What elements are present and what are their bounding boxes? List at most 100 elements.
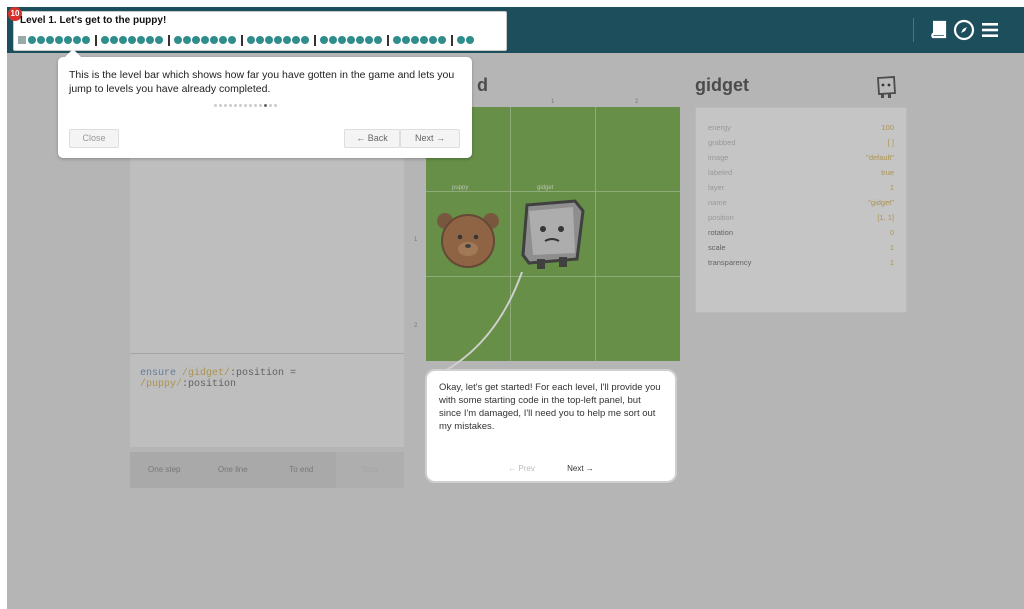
level-dot[interactable] [374, 36, 382, 44]
level-bar[interactable]: 10 Level 1. Let's get to the puppy! [8, 7, 507, 51]
test-prop-position: :position = [230, 368, 297, 379]
level-dot[interactable] [210, 36, 218, 44]
level-dot[interactable] [28, 36, 36, 44]
level-progress-dots[interactable] [18, 33, 475, 47]
level-dot[interactable] [119, 36, 127, 44]
level-dot[interactable] [192, 36, 200, 44]
level-dot[interactable] [301, 36, 309, 44]
level-dot[interactable] [402, 36, 410, 44]
level-dot[interactable] [365, 36, 373, 44]
level-dot[interactable] [128, 36, 136, 44]
test-ref-puppy: /puppy/ [140, 379, 183, 390]
level-dot[interactable] [466, 36, 474, 44]
tooltip-step-dot [239, 104, 242, 107]
properties-panel: energy 100 grabbed [ ] image "default" labeled… [695, 107, 907, 313]
level-group-separator [95, 34, 97, 46]
back-button[interactable]: ← Back [344, 129, 400, 148]
tooltip-step-dot [264, 104, 267, 107]
column-number: 1 [551, 99, 555, 105]
property-value: 100 [881, 123, 894, 132]
property-name: name [708, 198, 727, 207]
puppy-sprite[interactable] [435, 207, 501, 273]
level-dot[interactable] [393, 36, 401, 44]
property-value: "default" [866, 153, 894, 162]
to-end-button[interactable]: To end [267, 452, 336, 488]
level-dot[interactable] [329, 36, 337, 44]
tooltip-step-dot [234, 104, 237, 107]
level-dot[interactable] [64, 36, 72, 44]
level-dot[interactable] [347, 36, 355, 44]
level-dot[interactable] [274, 36, 282, 44]
speech-prev-button[interactable]: ← Prev [508, 464, 535, 473]
stop-button[interactable]: Stop [335, 452, 404, 488]
test-prop-position-2: :position [182, 379, 237, 390]
property-row: rotation 0 [708, 225, 894, 240]
level-dot[interactable] [420, 36, 428, 44]
level-dot[interactable] [411, 36, 419, 44]
tutorial-tooltip: This is the level bar which shows how fa… [58, 49, 472, 158]
level-dot[interactable] [256, 36, 264, 44]
tooltip-step-dot [219, 104, 222, 107]
property-value: 1 [889, 243, 894, 252]
property-row: scale 1 [708, 240, 894, 255]
tooltip-arrow [65, 49, 81, 57]
level-dot[interactable] [101, 36, 109, 44]
level-group-separator [387, 34, 389, 46]
speech-bubble: Okay, let's get started! For each level,… [425, 369, 677, 483]
property-value: true [881, 168, 894, 177]
current-level-marker[interactable] [18, 36, 26, 44]
speech-bubble-tail [442, 272, 523, 373]
property-name: image [708, 153, 729, 162]
level-dot[interactable] [201, 36, 209, 44]
level-dot[interactable] [219, 36, 227, 44]
level-dot[interactable] [37, 36, 45, 44]
property-row: energy 100 [708, 120, 894, 135]
level-dot[interactable] [155, 36, 163, 44]
level-dot[interactable] [46, 36, 54, 44]
level-dot[interactable] [110, 36, 118, 44]
one-step-button[interactable]: One step [130, 452, 199, 488]
property-name: rotation [708, 228, 734, 237]
close-button[interactable]: Close [69, 129, 119, 148]
row-number: 1 [414, 237, 418, 243]
property-row: layer 1 [708, 180, 894, 195]
property-row: labeled true [708, 165, 894, 180]
level-dot[interactable] [55, 36, 63, 44]
level-dot[interactable] [356, 36, 364, 44]
property-value: "gidget" [868, 198, 894, 207]
gidget-avatar-icon [877, 76, 896, 98]
level-dot[interactable] [338, 36, 346, 44]
level-dot[interactable] [457, 36, 465, 44]
tooltip-text: This is the level bar which shows how fa… [69, 69, 455, 95]
level-dot[interactable] [429, 36, 437, 44]
level-dot[interactable] [320, 36, 328, 44]
level-dot[interactable] [438, 36, 446, 44]
property-name: transparency [708, 258, 752, 267]
menu-icon[interactable] [979, 19, 1001, 41]
selected-object-title: gidget [695, 75, 749, 95]
book-icon[interactable] [928, 19, 950, 41]
level-dot[interactable] [73, 36, 81, 44]
level-dot[interactable] [183, 36, 191, 44]
level-group-separator [451, 34, 453, 46]
next-button[interactable]: Next → [400, 129, 460, 148]
level-dot[interactable] [247, 36, 255, 44]
compass-icon[interactable] [953, 19, 975, 41]
one-line-button[interactable]: One line [199, 452, 268, 488]
tooltip-step-dot [214, 104, 217, 107]
speech-next-button[interactable]: Next → [567, 464, 594, 473]
level-dot[interactable] [228, 36, 236, 44]
speech-nav: ← Prev Next → [427, 464, 675, 473]
grid-line [595, 107, 596, 361]
property-row: position [1, 1] [708, 210, 894, 225]
test-keyword: ensure [140, 368, 177, 379]
level-dot[interactable] [283, 36, 291, 44]
level-group-separator [168, 34, 170, 46]
level-dot[interactable] [82, 36, 90, 44]
level-dot[interactable] [265, 36, 273, 44]
level-dot[interactable] [137, 36, 145, 44]
level-dot[interactable] [146, 36, 154, 44]
level-dot[interactable] [174, 36, 182, 44]
gidget-sprite[interactable] [515, 197, 589, 273]
level-dot[interactable] [292, 36, 300, 44]
